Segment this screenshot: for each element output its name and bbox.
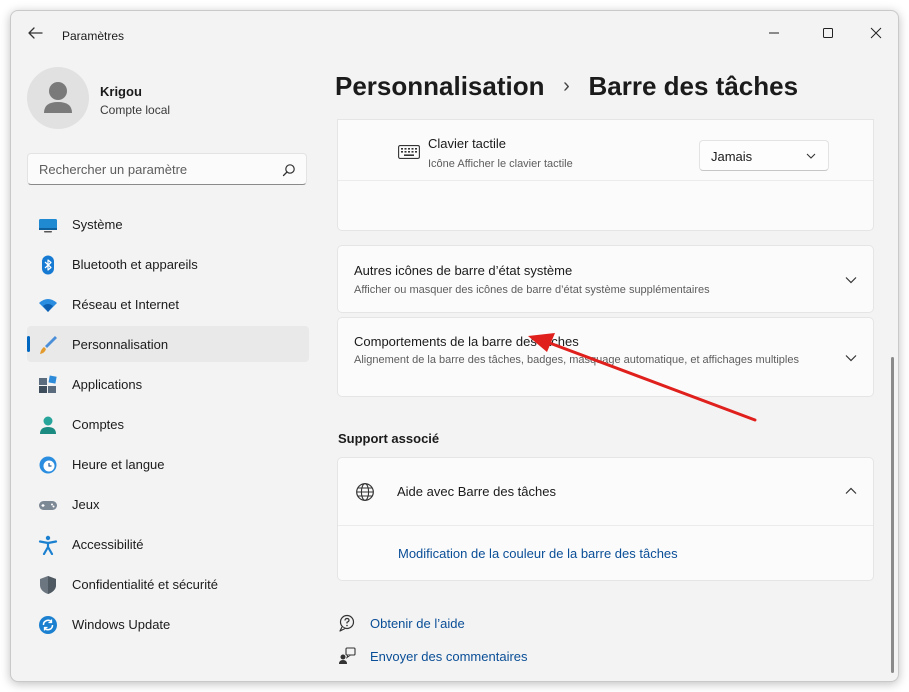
other-tray-icons-title: Autres icônes de barre d’état système (354, 263, 573, 278)
sidebar-nav: Système Bluetooth et appareils Réseau et… (27, 206, 309, 646)
search-input[interactable]: Rechercher un paramètre (27, 153, 307, 185)
sidebar-item-label: Comptes (72, 417, 125, 432)
sidebar-item-gaming[interactable]: Jeux (27, 486, 309, 522)
other-tray-icons-subtitle: Afficher ou masquer des icônes de barre … (354, 284, 710, 296)
sidebar-item-label: Jeux (72, 497, 100, 512)
sidebar-item-windows-update[interactable]: Windows Update (27, 606, 309, 642)
sidebar-item-bluetooth[interactable]: Bluetooth et appareils (27, 246, 309, 282)
taskbar-behaviors-subtitle: Alignement de la barre des tâches, badge… (354, 354, 799, 366)
touch-keyboard-card: Clavier tactile Icône Afficher le clavie… (337, 119, 874, 231)
shield-icon (40, 576, 56, 594)
sidebar-item-label: Heure et langue (72, 457, 165, 472)
send-feedback-link[interactable]: Envoyer des commentaires (370, 649, 528, 664)
sidebar-item-label: Windows Update (72, 617, 171, 632)
title-bar: Paramètres (11, 11, 898, 51)
active-indicator (27, 336, 30, 352)
touch-keyboard-subtitle: Icône Afficher le clavier tactile (428, 158, 573, 170)
clock-globe-icon (39, 456, 57, 474)
sidebar-item-label: Personnalisation (72, 337, 169, 352)
sidebar-item-label: Applications (72, 377, 143, 392)
maximize-icon (823, 28, 833, 38)
help-taskbar-title: Aide avec Barre des tâches (397, 484, 556, 499)
sidebar-item-accessibility[interactable]: Accessibilité (27, 526, 309, 562)
help-taskbar-row[interactable]: Aide avec Barre des tâches (338, 458, 873, 525)
section-title: Support associé (338, 431, 440, 446)
chevron-down-icon (845, 277, 857, 284)
chevron-down-icon (806, 153, 816, 159)
sidebar-item-label: Bluetooth et appareils (72, 257, 198, 272)
back-button[interactable] (25, 25, 45, 41)
breadcrumb: Personnalisation › Barre des tâches (335, 71, 798, 102)
get-help-icon (339, 614, 355, 632)
related-support-card: Aide avec Barre des tâches Modification … (337, 457, 874, 581)
sidebar-item-label: Réseau et Internet (72, 297, 179, 312)
search-icon (282, 164, 295, 177)
accessibility-icon (38, 535, 58, 555)
bluetooth-icon (42, 255, 54, 275)
chevron-down-icon (845, 355, 857, 362)
dropdown-value: Jamais (711, 149, 753, 164)
divider (338, 180, 873, 181)
minimize-button[interactable] (751, 17, 797, 49)
search-placeholder: Rechercher un paramètre (39, 162, 188, 177)
user-name: Krigou (100, 84, 142, 99)
person-icon (40, 416, 56, 434)
get-help-link[interactable]: Obtenir de l’aide (370, 616, 465, 631)
back-arrow-icon (28, 27, 43, 39)
system-icon (39, 219, 57, 233)
settings-window: Paramètres Krigou Compte local Recherche… (10, 10, 899, 682)
brush-icon (40, 336, 57, 354)
keyboard-icon (398, 145, 420, 159)
touch-keyboard-title: Clavier tactile (428, 136, 507, 151)
maximize-button[interactable] (805, 17, 851, 49)
account-type: Compte local (100, 103, 171, 117)
chevron-up-icon (845, 487, 857, 494)
minimize-icon (769, 32, 779, 34)
breadcrumb-parent[interactable]: Personnalisation (335, 71, 545, 102)
wifi-icon (39, 299, 57, 312)
user-avatar-icon (44, 82, 72, 113)
taskbar-behaviors-card[interactable]: Comportements de la barre des tâches Ali… (337, 317, 874, 397)
divider (338, 525, 873, 526)
avatar (27, 67, 89, 129)
sidebar-item-network[interactable]: Réseau et Internet (27, 286, 309, 322)
feedback-icon (339, 647, 356, 664)
taskbar-behaviors-title: Comportements de la barre des tâches (354, 334, 579, 349)
page-title: Barre des tâches (588, 71, 799, 101)
close-icon (870, 27, 882, 39)
taskbar-color-link[interactable]: Modification de la couleur de la barre d… (398, 546, 678, 561)
sidebar-item-label: Système (72, 217, 123, 232)
sidebar-item-time-language[interactable]: Heure et langue (27, 446, 309, 482)
app-title: Paramètres (62, 29, 125, 43)
other-tray-icons-card[interactable]: Autres icônes de barre d’état système Af… (337, 245, 874, 313)
sidebar-item-personalization[interactable]: Personnalisation (27, 326, 309, 362)
sidebar-item-label: Accessibilité (72, 537, 144, 552)
sidebar-item-system[interactable]: Système (27, 206, 309, 242)
apps-icon (39, 375, 57, 393)
breadcrumb-separator: › (563, 75, 570, 97)
sidebar-item-accounts[interactable]: Comptes (27, 406, 309, 442)
sidebar-item-label: Confidentialité et sécurité (72, 577, 218, 592)
close-button[interactable] (853, 17, 898, 49)
sidebar-item-apps[interactable]: Applications (27, 366, 309, 402)
gamepad-icon (39, 501, 57, 510)
vertical-scrollbar[interactable] (891, 357, 894, 673)
sidebar-item-privacy[interactable]: Confidentialité et sécurité (27, 566, 309, 602)
globe-icon (356, 483, 374, 501)
main-content: Clavier tactile Icône Afficher le clavie… (337, 119, 874, 681)
touch-keyboard-dropdown[interactable]: Jamais (699, 140, 829, 171)
update-icon (39, 616, 57, 634)
